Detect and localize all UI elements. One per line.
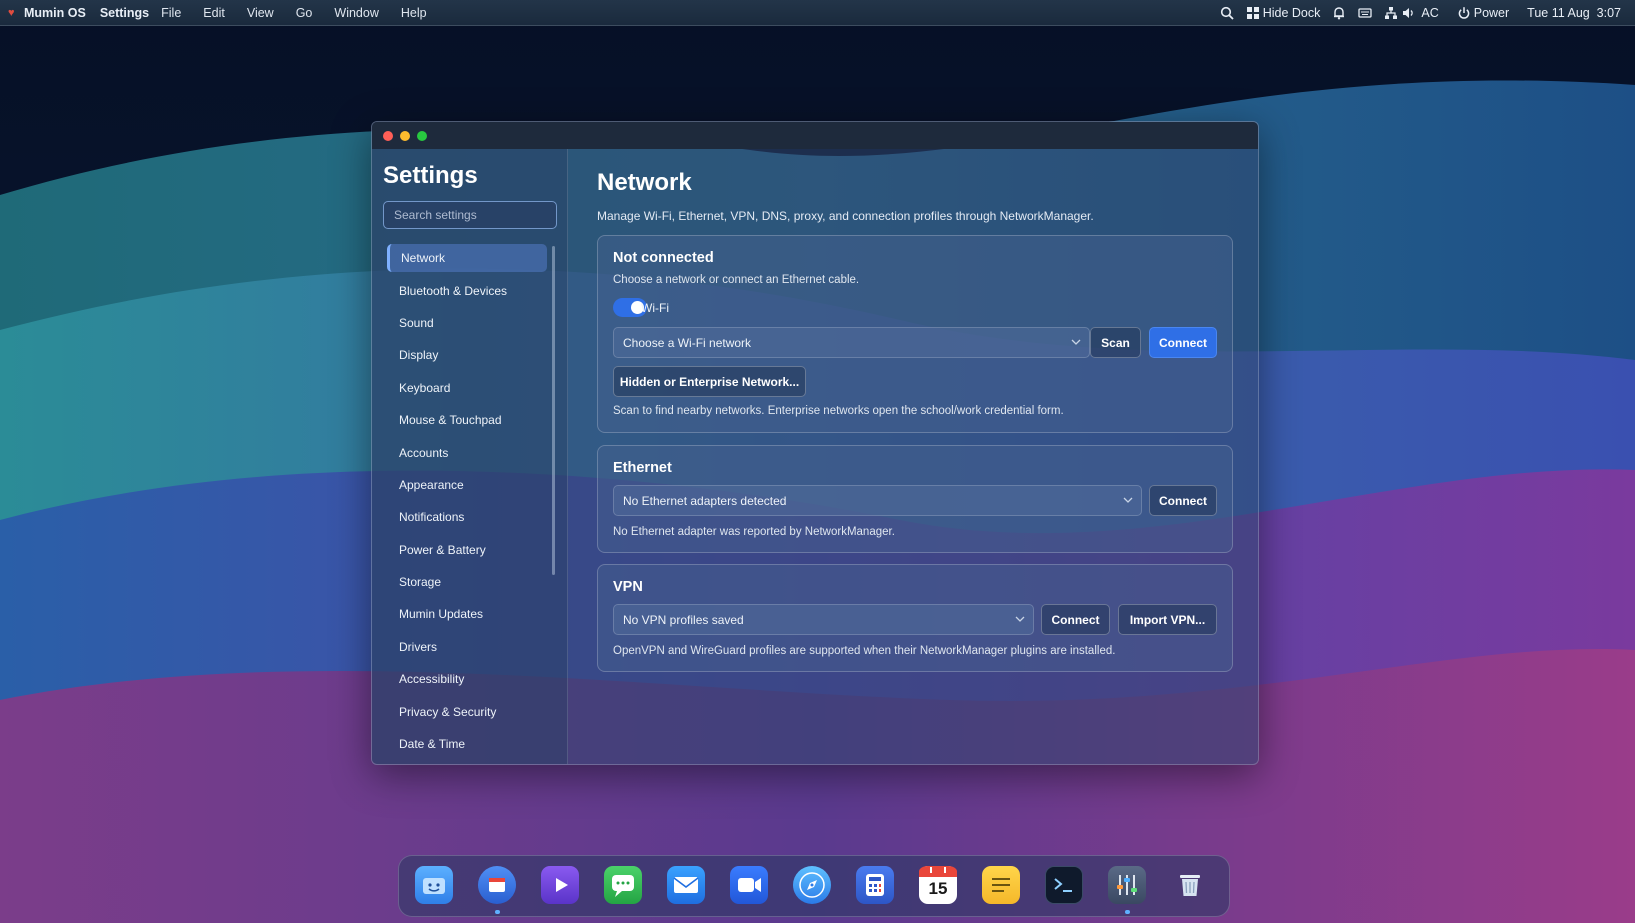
chevron-down-icon bbox=[1123, 497, 1133, 503]
notification-bell-icon[interactable] bbox=[1332, 6, 1346, 20]
app-store-icon[interactable] bbox=[478, 866, 516, 904]
volume-icon[interactable] bbox=[1401, 6, 1415, 20]
close-button[interactable] bbox=[383, 131, 393, 141]
wifi-status-description: Choose a network or connect an Ethernet … bbox=[613, 274, 860, 286]
os-name-menu[interactable]: Mumin OS bbox=[24, 6, 86, 20]
minimize-button[interactable] bbox=[400, 131, 410, 141]
power-label: Power bbox=[1473, 5, 1510, 20]
ac-status[interactable]: AC bbox=[1421, 6, 1438, 20]
sidebar-item-drivers[interactable]: Drivers bbox=[387, 631, 547, 663]
menu-go[interactable]: Go bbox=[296, 6, 313, 20]
vpn-profile-select[interactable]: No VPN profiles saved bbox=[613, 604, 1034, 635]
ethernet-title: Ethernet bbox=[613, 460, 672, 476]
chevron-down-icon bbox=[1015, 616, 1025, 622]
menu-view[interactable]: View bbox=[247, 6, 274, 20]
settings-sliders-icon[interactable] bbox=[1108, 866, 1146, 904]
title-bar[interactable] bbox=[372, 122, 1258, 149]
notes-icon[interactable] bbox=[982, 866, 1020, 904]
sidebar-item-keyboard[interactable]: Keyboard bbox=[387, 372, 547, 404]
sidebar-item-mouse-touchpad[interactable]: Mouse & Touchpad bbox=[387, 404, 547, 436]
settings-window: Settings Network Bluetooth & Devices Sou… bbox=[371, 121, 1259, 765]
settings-sidebar: Settings Network Bluetooth & Devices Sou… bbox=[372, 149, 568, 764]
search-settings-input[interactable] bbox=[383, 201, 557, 229]
wifi-status-title: Not connected bbox=[613, 250, 714, 266]
sidebar-item-display[interactable]: Display bbox=[387, 339, 547, 371]
video-player-icon[interactable] bbox=[541, 866, 579, 904]
dock: 15 bbox=[398, 855, 1230, 917]
dock-grid-icon bbox=[1246, 6, 1259, 19]
power-icon bbox=[1458, 6, 1470, 19]
wifi-network-select[interactable]: Choose a Wi-Fi network bbox=[613, 327, 1090, 358]
wifi-connect-button[interactable]: Connect bbox=[1149, 327, 1217, 358]
sidebar-item-privacy-security[interactable]: Privacy & Security bbox=[387, 695, 547, 727]
sidebar-item-bluetooth-devices[interactable]: Bluetooth & Devices bbox=[387, 274, 547, 306]
os-logo-icon[interactable]: ♥ bbox=[8, 7, 18, 18]
menu-file[interactable]: File bbox=[161, 6, 181, 20]
wifi-card: Not connected Choose a network or connec… bbox=[597, 235, 1233, 433]
power-menu-button[interactable]: Power bbox=[1457, 6, 1509, 20]
ethernet-card: Ethernet No Ethernet adapters detected C… bbox=[597, 445, 1233, 553]
page-title: Network bbox=[597, 169, 692, 196]
network-icon[interactable] bbox=[1384, 6, 1398, 20]
ethernet-connect-button[interactable]: Connect bbox=[1149, 485, 1217, 516]
hidden-enterprise-network-button[interactable]: Hidden or Enterprise Network... bbox=[613, 366, 806, 397]
hide-dock-button[interactable]: Hide Dock bbox=[1246, 5, 1321, 20]
sidebar-scrollbar[interactable] bbox=[552, 246, 555, 575]
menu-window[interactable]: Window bbox=[334, 6, 378, 20]
sidebar-item-notifications[interactable]: Notifications bbox=[387, 501, 547, 533]
sidebar-item-storage[interactable]: Storage bbox=[387, 566, 547, 598]
page-subtitle: Manage Wi-Fi, Ethernet, VPN, DNS, proxy,… bbox=[597, 209, 1094, 223]
wifi-toggle-label: Wi-Fi bbox=[641, 301, 669, 315]
clock[interactable]: Tue 11 Aug 3:07 bbox=[1527, 6, 1621, 20]
wifi-hint: Scan to find nearby networks. Enterprise… bbox=[613, 405, 1064, 417]
trash-icon[interactable] bbox=[1171, 866, 1209, 904]
vpn-card: VPN No VPN profiles saved Connect Import… bbox=[597, 564, 1233, 672]
keyboard-icon[interactable] bbox=[1358, 6, 1373, 20]
sidebar-item-power-battery[interactable]: Power & Battery bbox=[387, 534, 547, 566]
wifi-network-select-value: Choose a Wi-Fi network bbox=[623, 335, 752, 350]
menu-bar: ♥ Mumin OS Settings File Edit View Go Wi… bbox=[0, 0, 1635, 26]
menu-help[interactable]: Help bbox=[401, 6, 427, 20]
running-indicator bbox=[1125, 910, 1130, 914]
sidebar-item-mumin-updates[interactable]: Mumin Updates bbox=[387, 598, 547, 630]
vpn-title: VPN bbox=[613, 579, 643, 595]
browser-compass-icon[interactable] bbox=[793, 866, 831, 904]
menu-edit[interactable]: Edit bbox=[203, 6, 225, 20]
vpn-hint: OpenVPN and WireGuard profiles are suppo… bbox=[613, 645, 1116, 657]
calendar-day-badge: 15 bbox=[928, 879, 948, 898]
mail-icon[interactable] bbox=[667, 866, 705, 904]
scan-button[interactable]: Scan bbox=[1090, 327, 1141, 358]
finder-icon[interactable] bbox=[415, 866, 453, 904]
vpn-profile-select-value: No VPN profiles saved bbox=[623, 612, 744, 627]
vpn-connect-button[interactable]: Connect bbox=[1041, 604, 1110, 635]
app-name-menu[interactable]: Settings bbox=[100, 6, 149, 20]
network-panel: Network Manage Wi-Fi, Ethernet, VPN, DNS… bbox=[597, 149, 1258, 764]
sidebar-item-accessibility[interactable]: Accessibility bbox=[387, 663, 547, 695]
search-icon[interactable] bbox=[1220, 6, 1234, 20]
sidebar-item-date-time[interactable]: Date & Time bbox=[387, 728, 547, 760]
sidebar-item-appearance[interactable]: Appearance bbox=[387, 469, 547, 501]
ethernet-adapter-select[interactable]: No Ethernet adapters detected bbox=[613, 485, 1142, 516]
messages-icon[interactable] bbox=[604, 866, 642, 904]
maximize-button[interactable] bbox=[417, 131, 427, 141]
sidebar-title: Settings bbox=[383, 162, 478, 189]
ethernet-adapter-select-value: No Ethernet adapters detected bbox=[623, 493, 787, 508]
sidebar-item-accounts[interactable]: Accounts bbox=[387, 436, 547, 468]
terminal-icon[interactable] bbox=[1045, 866, 1083, 904]
hide-dock-label: Hide Dock bbox=[1262, 5, 1321, 20]
import-vpn-button[interactable]: Import VPN... bbox=[1118, 604, 1217, 635]
sidebar-item-sound[interactable]: Sound bbox=[387, 307, 547, 339]
ethernet-hint: No Ethernet adapter was reported by Netw… bbox=[613, 526, 895, 538]
video-call-icon[interactable] bbox=[730, 866, 768, 904]
running-indicator bbox=[495, 910, 500, 914]
chevron-down-icon bbox=[1071, 339, 1081, 345]
sidebar-item-network[interactable]: Network bbox=[387, 244, 547, 272]
calculator-icon[interactable] bbox=[856, 866, 894, 904]
calendar-icon[interactable]: 15 bbox=[919, 866, 957, 904]
sidebar-nav: Network Bluetooth & Devices Sound Displa… bbox=[387, 242, 547, 760]
